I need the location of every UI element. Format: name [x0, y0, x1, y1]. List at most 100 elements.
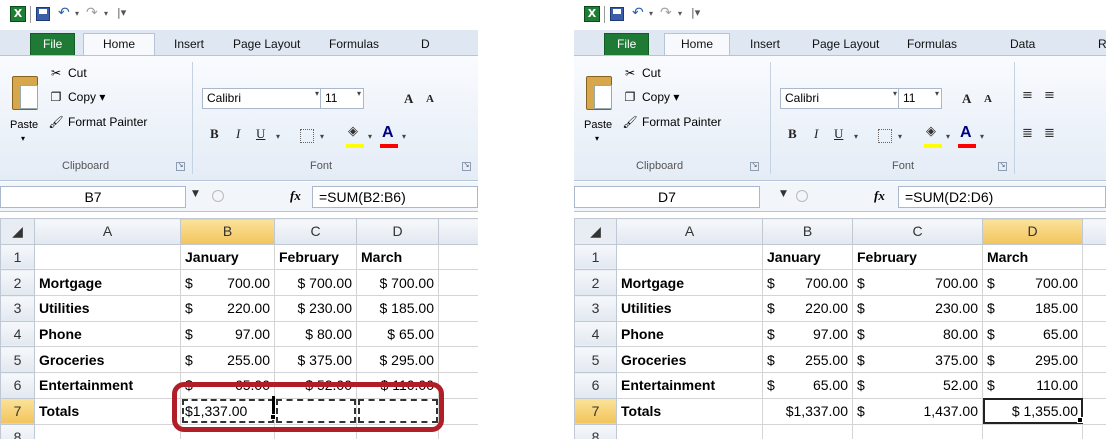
- cell[interactable]: February: [852, 243, 983, 271]
- grow-font-icon[interactable]: A: [962, 91, 971, 107]
- cell[interactable]: $220.00: [180, 295, 275, 322]
- column-header-empty[interactable]: [1082, 218, 1106, 245]
- cell[interactable]: $ 295.00: [356, 346, 439, 374]
- grow-font-icon[interactable]: A: [404, 91, 413, 107]
- row-header[interactable]: 7: [0, 397, 35, 425]
- column-header-d[interactable]: D: [356, 218, 439, 245]
- cell[interactable]: $65.00: [762, 372, 853, 399]
- cell[interactable]: $80.00: [852, 320, 983, 348]
- cell[interactable]: Totals: [616, 397, 763, 425]
- cell[interactable]: Mortgage: [34, 269, 181, 297]
- font-name-select[interactable]: Calibri ▾: [780, 88, 900, 109]
- fill-color-icon[interactable]: ◈: [348, 124, 358, 139]
- paste-icon[interactable]: [586, 76, 612, 110]
- paste-dropdown-icon[interactable]: ▾: [595, 134, 599, 143]
- row-header[interactable]: 2: [574, 269, 617, 297]
- cut-button[interactable]: ✂ Cut: [48, 66, 87, 80]
- borders-icon[interactable]: [300, 129, 314, 143]
- borders-dropdown-icon[interactable]: ▾: [898, 132, 902, 141]
- column-header-d[interactable]: D: [982, 218, 1083, 245]
- align-middle-icon[interactable]: ≡: [1044, 88, 1055, 103]
- row-header[interactable]: 3: [0, 295, 35, 322]
- shrink-font-icon[interactable]: A: [426, 93, 434, 105]
- cell-totals-b[interactable]: $1,337.00: [762, 397, 853, 425]
- cell[interactable]: $230.00: [852, 295, 983, 322]
- cell[interactable]: $185.00: [982, 295, 1083, 322]
- cell[interactable]: [1082, 295, 1106, 322]
- cell[interactable]: [616, 423, 763, 439]
- underline-button[interactable]: U: [256, 126, 265, 142]
- cell[interactable]: [438, 423, 478, 439]
- tab-file[interactable]: File: [604, 33, 650, 55]
- format-painter-button[interactable]: 🖌 Format Painter: [48, 115, 147, 129]
- tab-data[interactable]: Data: [1004, 34, 1041, 55]
- undo-dropdown-icon[interactable]: ▾: [649, 9, 653, 18]
- cell[interactable]: Utilities: [34, 295, 181, 322]
- fill-color-dropdown-icon[interactable]: ▾: [946, 132, 950, 141]
- undo-icon[interactable]: ↶: [632, 5, 644, 21]
- column-header-a[interactable]: A: [34, 218, 181, 245]
- clipboard-launcher-icon[interactable]: ↘: [176, 162, 185, 171]
- column-header-a[interactable]: A: [616, 218, 763, 245]
- align-left-icon[interactable]: ≣: [1022, 126, 1033, 141]
- cell[interactable]: $700.00: [762, 269, 853, 297]
- cell[interactable]: $255.00: [762, 346, 853, 374]
- cell[interactable]: $ 80.00: [274, 320, 357, 348]
- cancel-formula-icon[interactable]: [796, 190, 808, 202]
- cell[interactable]: [438, 346, 478, 374]
- shrink-font-icon[interactable]: A: [984, 93, 992, 105]
- align-center-icon[interactable]: ≣: [1044, 126, 1055, 141]
- redo-dropdown-icon[interactable]: ▾: [104, 9, 108, 18]
- bold-button[interactable]: B: [210, 126, 219, 142]
- customize-toolbar-icon[interactable]: |▾: [691, 6, 700, 19]
- cell[interactable]: Phone: [34, 320, 181, 348]
- cell[interactable]: [438, 320, 478, 348]
- row-header[interactable]: 8: [574, 423, 617, 439]
- cell[interactable]: $52.00: [852, 372, 983, 399]
- row-header[interactable]: 6: [0, 372, 35, 399]
- bold-button[interactable]: B: [788, 126, 797, 142]
- row-header[interactable]: 4: [0, 320, 35, 348]
- copy-button[interactable]: ❐ Copy ▾: [48, 90, 106, 104]
- redo-icon[interactable]: ↷: [86, 5, 98, 21]
- paste-icon[interactable]: [12, 76, 38, 110]
- name-box[interactable]: B7: [0, 186, 186, 208]
- tab-home[interactable]: Home: [664, 33, 730, 56]
- formula-input[interactable]: =SUM(B2:B6): [312, 186, 478, 208]
- row-header[interactable]: 6: [574, 372, 617, 399]
- cell[interactable]: [438, 397, 478, 425]
- cell[interactable]: January: [762, 243, 853, 271]
- font-color-icon[interactable]: A: [382, 124, 394, 142]
- select-all-corner[interactable]: ◢: [574, 218, 617, 245]
- tab-page-layout[interactable]: Page Layout: [806, 34, 885, 55]
- cell[interactable]: March: [982, 243, 1083, 271]
- cell[interactable]: [34, 243, 181, 271]
- fill-color-dropdown-icon[interactable]: ▾: [368, 132, 372, 141]
- row-header[interactable]: 1: [0, 243, 35, 271]
- cell[interactable]: Phone: [616, 320, 763, 348]
- cell[interactable]: Entertainment: [616, 372, 763, 399]
- tab-insert[interactable]: Insert: [744, 34, 786, 55]
- italic-button[interactable]: I: [236, 126, 240, 142]
- cell[interactable]: $ 65.00: [356, 320, 439, 348]
- cell[interactable]: [852, 423, 983, 439]
- insert-function-icon[interactable]: fx: [874, 188, 885, 204]
- name-box-dropdown-icon[interactable]: ▼: [192, 189, 199, 199]
- cell-totals-c[interactable]: $1,437.00: [852, 397, 983, 425]
- italic-button[interactable]: I: [814, 126, 818, 142]
- cell[interactable]: $ 230.00: [274, 295, 357, 322]
- cell[interactable]: [1082, 346, 1106, 374]
- clipboard-launcher-icon[interactable]: ↘: [750, 162, 759, 171]
- name-box-dropdown-icon[interactable]: ▼: [780, 189, 787, 199]
- insert-function-icon[interactable]: fx: [290, 188, 301, 204]
- cell[interactable]: $700.00: [982, 269, 1083, 297]
- row-header[interactable]: 3: [574, 295, 617, 322]
- underline-dropdown-icon[interactable]: ▾: [276, 132, 280, 141]
- name-box[interactable]: D7: [574, 186, 760, 208]
- cell[interactable]: Utilities: [616, 295, 763, 322]
- row-header[interactable]: 4: [574, 320, 617, 348]
- font-launcher-icon[interactable]: ↘: [998, 162, 1007, 171]
- tab-page-layout[interactable]: Page Layout: [227, 34, 306, 55]
- cell[interactable]: [1082, 372, 1106, 399]
- cell[interactable]: [616, 243, 763, 271]
